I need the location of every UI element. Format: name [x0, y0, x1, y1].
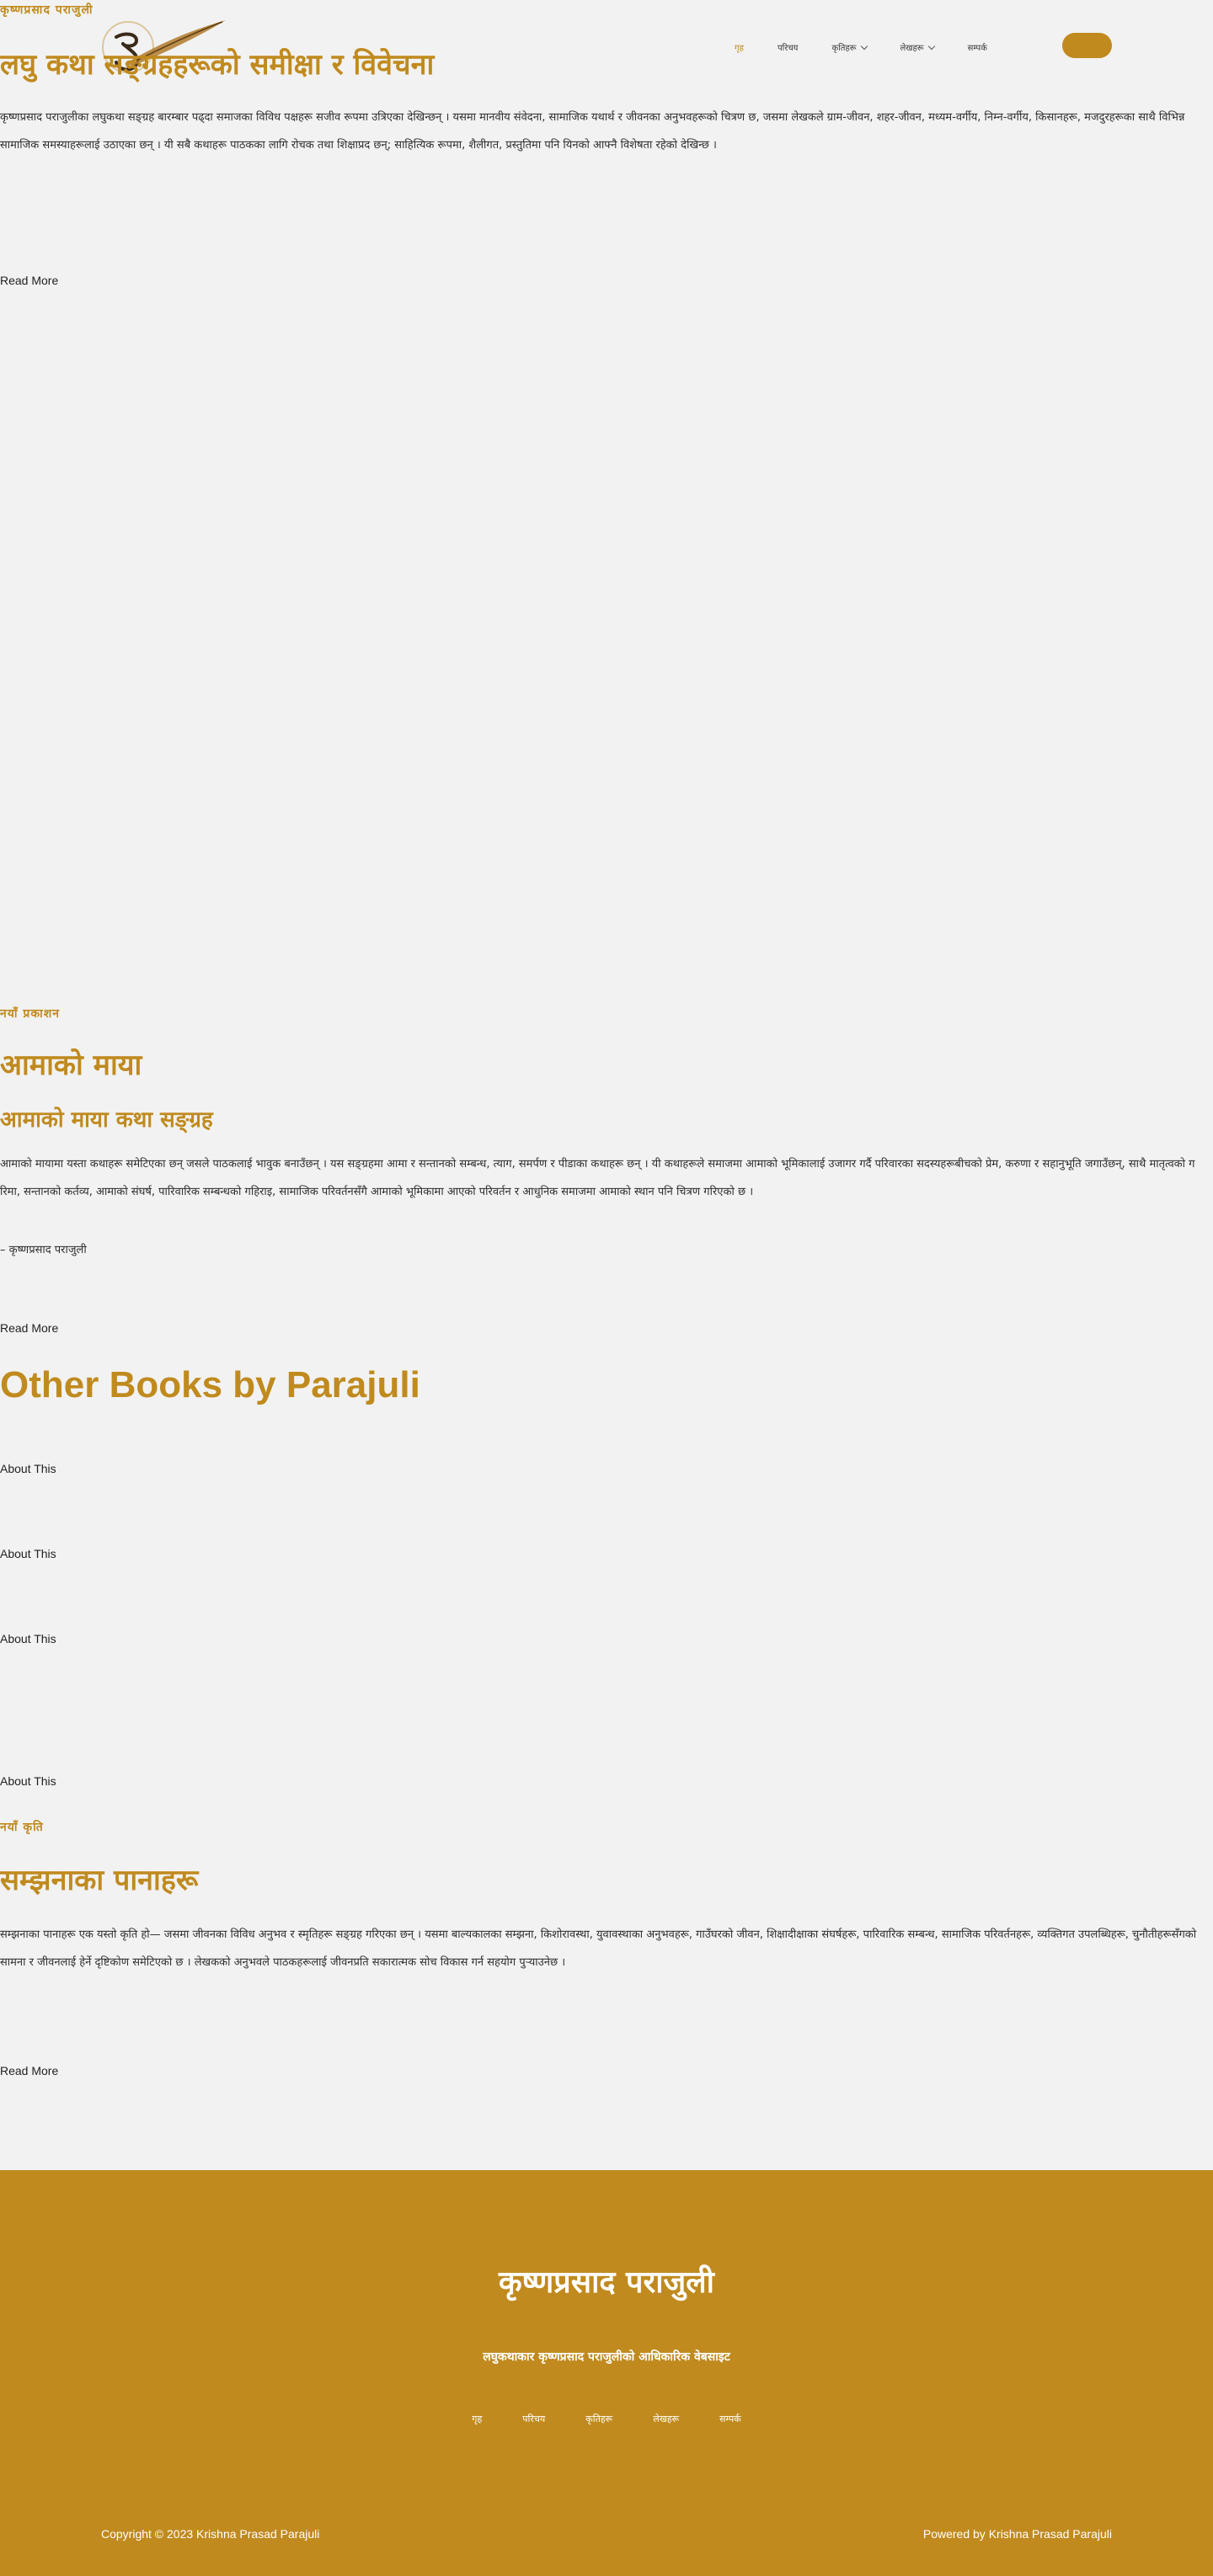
book-about-link[interactable]: About This — [0, 1462, 56, 1475]
nav-item-articles[interactable]: लेखहरू — [900, 41, 935, 53]
site-footer: कृष्णप्रसाद पराजुली लघुकथाकार कृष्णप्रसा… — [0, 2170, 1213, 2576]
nav-item-works[interactable]: कृतिहरू — [831, 41, 868, 53]
section2-subtitle: आमाको माया कथा सङ्ग्रह — [0, 1107, 213, 1133]
footer-title: कृष्णप्रसाद पराजुली — [498, 2265, 714, 2300]
header-cta-button[interactable] — [1062, 33, 1112, 58]
site-title[interactable]: कृष्णप्रसाद पराजुली — [0, 2, 94, 18]
nav-item-home[interactable]: गृह — [735, 41, 744, 53]
footer-nav-about[interactable]: परिचय — [522, 2413, 545, 2425]
nav-item-contact[interactable]: सम्पर्क — [968, 41, 987, 53]
section3-title: सम्झनाका पानाहरू — [0, 1864, 199, 1897]
section3-body: सम्झनाका पानाहरू एक यस्तो कृति हो— जसमा … — [0, 1928, 1197, 1969]
section2-body: आमाको मायामा यस्ता कथाहरू समेटिएका छन् ज… — [0, 1158, 1195, 1198]
section1-body: कृष्णप्रसाद पराजुलीका लघुकथा सङ्ग्रह बार… — [0, 111, 1185, 152]
section2-attribution: – कृष्णप्रसाद पराजुली — [0, 1244, 87, 1256]
main-nav: गृह परिचय कृतिहरू लेखहरू सम्पर्क — [735, 39, 1021, 56]
footer-nav: गृह परिचय कृतिहरू लेखहरू सम्पर्क — [0, 2413, 1213, 2425]
section1-read-more-link[interactable]: Read More — [0, 274, 58, 287]
nav-item-about[interactable]: परिचय — [777, 41, 799, 53]
powered-by-text: Powered by Krishna Prasad Parajuli — [922, 2527, 1112, 2541]
footer-nav-articles[interactable]: लेखहरू — [653, 2413, 679, 2425]
footer-nav-home[interactable]: गृह — [472, 2413, 482, 2425]
section3-kicker: नयाँ कृति — [0, 1821, 44, 1834]
footer-tagline: लघुकथाकार कृष्णप्रसाद पराजुलीको आधिकारिक… — [483, 2350, 730, 2364]
footer-nav-works[interactable]: कृतिहरू — [585, 2413, 612, 2425]
book-about-link[interactable]: About This — [0, 1547, 56, 1560]
section2-title: आमाको माया — [0, 1048, 142, 1082]
other-books-title: Other Books by Parajuli — [0, 1364, 420, 1405]
section2-kicker: नयाँ प्रकाशन — [0, 1007, 61, 1021]
section1-title: लघु कथा सङ्ग्रहहरूको समीक्षा र विवेचना — [0, 48, 435, 82]
copyright-text: Copyright © 2023 Krishna Prasad Parajuli — [101, 2527, 320, 2541]
section2-read-more-link[interactable]: Read More — [0, 1321, 58, 1335]
chevron-down-icon — [860, 42, 868, 50]
book-about-link[interactable]: About This — [0, 1632, 56, 1645]
book-about-link[interactable]: About This — [0, 1774, 56, 1788]
chevron-down-icon — [927, 42, 935, 50]
footer-nav-contact[interactable]: सम्पर्क — [719, 2413, 741, 2425]
section3-read-more-link[interactable]: Read More — [0, 2064, 58, 2077]
